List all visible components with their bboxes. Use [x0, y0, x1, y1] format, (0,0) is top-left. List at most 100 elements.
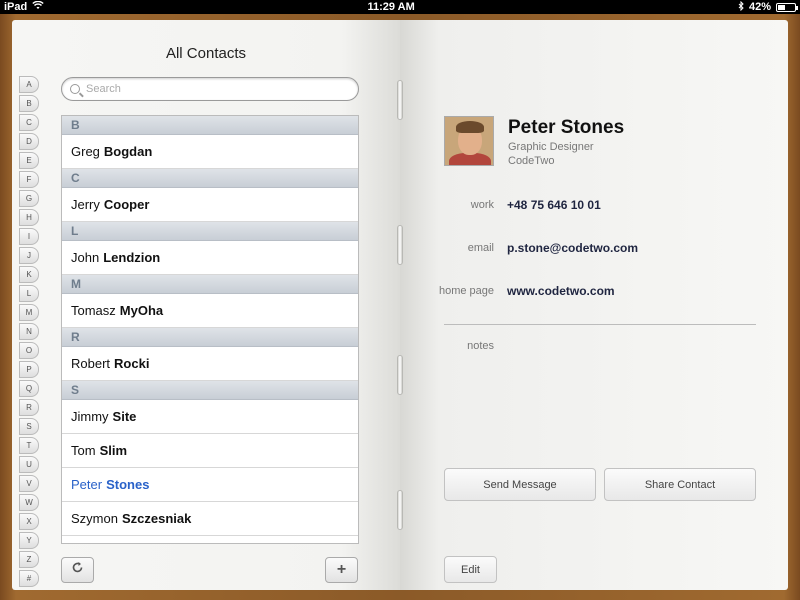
contact-last-name: Szczesniak: [121, 511, 192, 526]
battery-fill: [778, 4, 785, 10]
index-tab[interactable]: V: [19, 475, 39, 492]
contact-last-name: Cooper: [103, 197, 150, 212]
section-header: L: [62, 222, 358, 241]
contact-last-name: Bogdan: [103, 144, 153, 159]
contact-first-name: Jerry: [71, 197, 100, 212]
contact-company: CodeTwo: [508, 155, 555, 167]
contact-last-name: Stones: [106, 477, 150, 492]
contact-row[interactable]: Tom Slim: [62, 434, 358, 468]
index-tab[interactable]: U: [19, 456, 39, 473]
contact-last-name: Rocki: [114, 356, 150, 371]
homepage-label: home page: [438, 285, 494, 297]
index-tab[interactable]: I: [19, 228, 39, 245]
contact-row[interactable]: Greg Bogdan: [62, 135, 358, 169]
contact-row[interactable]: Peter Stones: [62, 468, 358, 502]
contact-last-name: Site: [112, 409, 137, 424]
index-tab[interactable]: O: [19, 342, 39, 359]
index-tab[interactable]: A: [19, 76, 39, 93]
email-value[interactable]: p.stone@codetwo.com: [507, 241, 638, 255]
share-contact-button[interactable]: Share Contact: [604, 468, 756, 501]
contact-row[interactable]: Jimmy Site: [62, 400, 358, 434]
index-tab[interactable]: D: [19, 133, 39, 150]
binding-ring: [397, 80, 403, 120]
contact-first-name: Peter: [71, 477, 103, 492]
index-tab[interactable]: C: [19, 114, 39, 131]
homepage-value[interactable]: www.codetwo.com: [507, 284, 615, 298]
index-tab[interactable]: L: [19, 285, 39, 302]
contact-first-name: Szymon: [71, 511, 118, 526]
edit-button[interactable]: Edit: [444, 556, 497, 583]
index-tab[interactable]: M: [19, 304, 39, 321]
status-left: iPad: [4, 0, 44, 13]
contact-detail-page: Peter Stones Graphic Designer CodeTwo wo…: [397, 20, 788, 590]
index-tab[interactable]: F: [19, 171, 39, 188]
send-message-button[interactable]: Send Message: [444, 468, 596, 501]
refresh-button[interactable]: [61, 557, 94, 583]
search-input[interactable]: Search: [61, 77, 359, 101]
add-contact-button[interactable]: +: [325, 557, 358, 583]
contact-first-name: Robert: [71, 356, 111, 371]
index-tab[interactable]: #: [19, 570, 39, 587]
index-tab[interactable]: T: [19, 437, 39, 454]
avatar[interactable]: [444, 116, 494, 166]
notes-label: notes: [467, 340, 494, 352]
contact-last-name: Slim: [99, 443, 128, 458]
wifi-icon: [32, 0, 44, 13]
avatar-hair: [456, 121, 484, 133]
index-tab[interactable]: J: [19, 247, 39, 264]
contact-row[interactable]: Tomasz MyOha: [62, 294, 358, 328]
index-tab[interactable]: G: [19, 190, 39, 207]
refresh-icon: [71, 561, 84, 579]
email-label: email: [467, 242, 494, 254]
index-tab[interactable]: B: [19, 95, 39, 112]
index-tab[interactable]: N: [19, 323, 39, 340]
section-header: B: [62, 116, 358, 135]
contact-row[interactable]: John Lendzion: [62, 241, 358, 275]
battery-percent: 42%: [748, 1, 771, 13]
contact-job-title: Graphic Designer: [508, 141, 594, 153]
index-tab[interactable]: X: [19, 513, 39, 530]
contact-first-name: Jimmy: [71, 409, 109, 424]
work-label: work: [470, 199, 494, 211]
page-title: All Contacts: [165, 45, 247, 62]
index-tab[interactable]: R: [19, 399, 39, 416]
section-header: S: [62, 381, 358, 400]
index-tab[interactable]: Z: [19, 551, 39, 568]
status-time: 11:29 AM: [367, 1, 415, 13]
work-phone-value[interactable]: +48 75 646 10 01: [507, 198, 601, 212]
section-header: M: [62, 275, 358, 294]
contact-last-name: Lendzion: [103, 250, 161, 265]
search-placeholder: Search: [86, 83, 121, 95]
status-right: 42%: [738, 0, 798, 14]
device-name: iPad: [4, 1, 28, 13]
contact-list: B Greg Bogdan C Jerry Cooper L John Lendzion M Tom…: [61, 115, 359, 544]
index-tab[interactable]: K: [19, 266, 39, 283]
index-tab[interactable]: P: [19, 361, 39, 378]
contact-row[interactable]: Szymon Szczesniak: [62, 502, 358, 536]
contact-last-name: MyOha: [119, 303, 164, 318]
index-tab[interactable]: S: [19, 418, 39, 435]
address-book: All Contacts Search ABCDEFGHIJKLMNOPQRST…: [0, 14, 800, 600]
divider: [444, 324, 756, 325]
contact-row[interactable]: Jerry Cooper: [62, 188, 358, 222]
bluetooth-icon: [738, 0, 744, 14]
status-bar: iPad 11:29 AM 42%: [0, 0, 800, 14]
contact-first-name: Tomasz: [71, 303, 116, 318]
contacts-list-page: All Contacts Search ABCDEFGHIJKLMNOPQRST…: [12, 20, 400, 590]
binding-ring: [397, 355, 403, 395]
contact-first-name: Greg: [71, 144, 100, 159]
contact-first-name: Tom: [71, 443, 96, 458]
contact-name: Peter Stones: [508, 117, 625, 138]
index-tab[interactable]: Y: [19, 532, 39, 549]
battery-icon: [776, 2, 798, 12]
alphabet-index: A B C D E F G H I J K L M N O P Q R S T U V W X Y Z #: [19, 76, 39, 589]
index-tab[interactable]: W: [19, 494, 39, 511]
index-tab[interactable]: Q: [19, 380, 39, 397]
contact-first-name: John: [71, 250, 100, 265]
index-tab[interactable]: E: [19, 152, 39, 169]
section-header: R: [62, 328, 358, 347]
index-tab[interactable]: H: [19, 209, 39, 226]
section-header: C: [62, 169, 358, 188]
contact-row[interactable]: Robert Rocki: [62, 347, 358, 381]
search-icon: [70, 84, 80, 94]
